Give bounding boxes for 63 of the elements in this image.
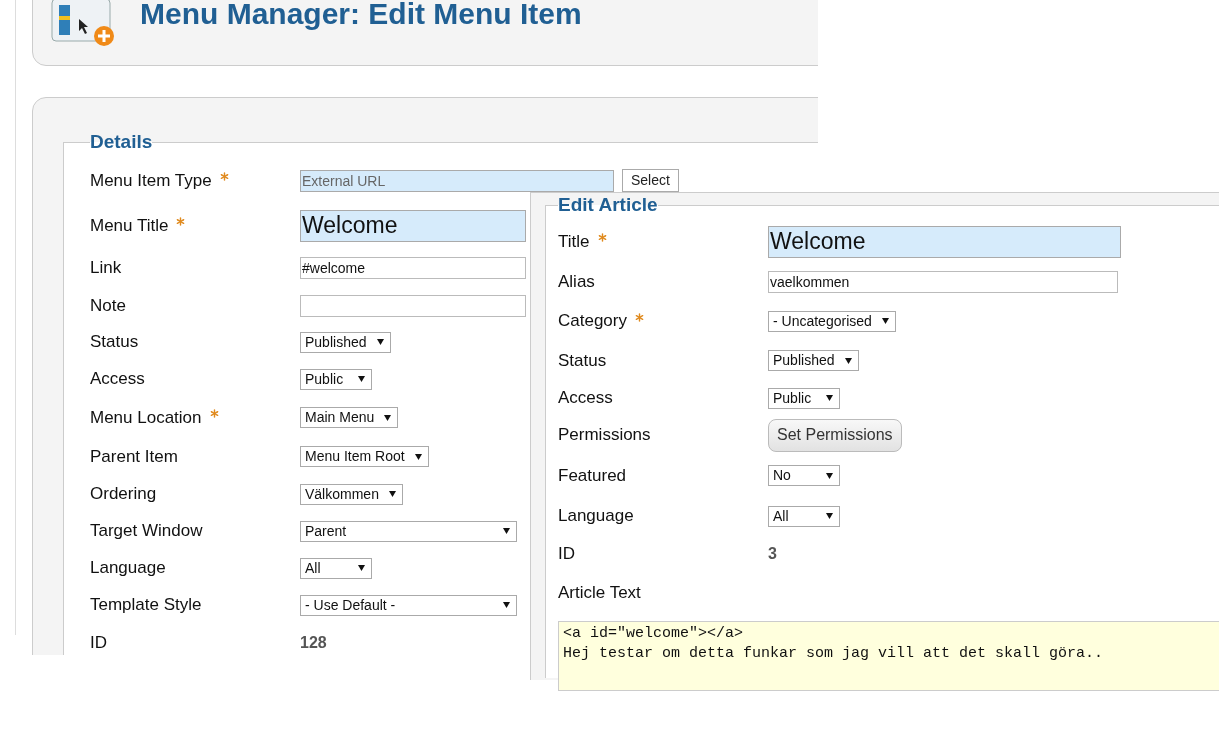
dropdown[interactable]: - Uncategorised <box>768 310 896 332</box>
dropdown[interactable]: Menu Item Root <box>300 446 429 467</box>
field-label: Parent Item <box>90 445 178 468</box>
dropdown[interactable]: Public <box>768 387 840 409</box>
article-text-editor[interactable]: <a id="welcome"></a> Hej testar om detta funkar som jag vill att det skall göra.. <box>558 620 1219 691</box>
field-label: ID <box>558 542 575 565</box>
caret-icon <box>414 453 422 460</box>
menu-type-field[interactable]: External URL <box>300 169 614 192</box>
dropdown[interactable]: Published <box>768 350 859 371</box>
field-label: Article Text <box>558 581 641 604</box>
text-field[interactable] <box>300 294 526 317</box>
field-label: Title <box>558 230 590 253</box>
caret-icon <box>826 395 833 401</box>
field-label: Language <box>558 505 634 528</box>
id-value: 3 <box>768 543 777 564</box>
field-label: ID <box>90 631 107 654</box>
field-label: Template Style <box>90 594 202 617</box>
dropdown[interactable]: Public <box>300 368 372 390</box>
field-label: Category <box>558 310 627 333</box>
page-title: Menu Manager: Edit Menu Item <box>140 0 582 29</box>
field-label: Target Window <box>90 520 203 543</box>
field-label: Permissions <box>558 424 651 447</box>
field-label: Language <box>90 557 166 580</box>
caret-icon <box>826 513 833 519</box>
caret-icon <box>384 414 392 421</box>
dropdown[interactable]: - Use Default - <box>300 594 517 616</box>
caret-icon <box>844 357 852 364</box>
caret-icon <box>826 472 833 479</box>
dropdown[interactable]: All <box>768 505 840 527</box>
dropdown[interactable]: Published <box>300 331 391 353</box>
caret-icon <box>376 339 384 345</box>
field-label: Menu Location <box>90 406 202 429</box>
select-button[interactable]: Select <box>622 169 679 192</box>
field-label: Access <box>90 368 145 391</box>
caret-icon <box>388 491 396 497</box>
text-field[interactable]: #welcome <box>300 257 526 279</box>
title-field[interactable]: Welcome <box>300 209 526 242</box>
field-label: Access <box>558 387 613 410</box>
permissions-button[interactable]: Set Permissions <box>768 418 902 452</box>
field-label: Menu Item Type <box>90 169 212 192</box>
field-label: Featured <box>558 464 627 487</box>
dropdown[interactable]: Parent <box>300 520 517 542</box>
field-label: Note <box>90 294 126 317</box>
title-field[interactable]: Welcome <box>768 225 1121 258</box>
dropdown[interactable]: Välkommen <box>300 483 403 505</box>
text-field[interactable]: vaelkommen <box>768 271 1118 293</box>
field-label: Ordering <box>90 483 157 506</box>
id-value: 128 <box>300 632 327 653</box>
dropdown[interactable]: Main Menu <box>300 407 399 428</box>
caret-icon <box>881 318 889 324</box>
section-title: Edit Article <box>558 193 658 217</box>
field-label: Alias <box>558 271 595 294</box>
caret-icon <box>503 528 510 534</box>
field-label: Status <box>558 349 607 372</box>
dropdown[interactable]: No <box>768 465 840 486</box>
caret-icon <box>358 565 365 571</box>
field-label: Link <box>90 257 122 280</box>
caret-icon <box>503 602 510 608</box>
caret-icon <box>358 376 365 382</box>
field-label: Menu Title <box>90 214 169 237</box>
section-title: Details <box>90 130 153 154</box>
field-label: Status <box>90 331 139 354</box>
dropdown[interactable]: All <box>300 557 372 579</box>
